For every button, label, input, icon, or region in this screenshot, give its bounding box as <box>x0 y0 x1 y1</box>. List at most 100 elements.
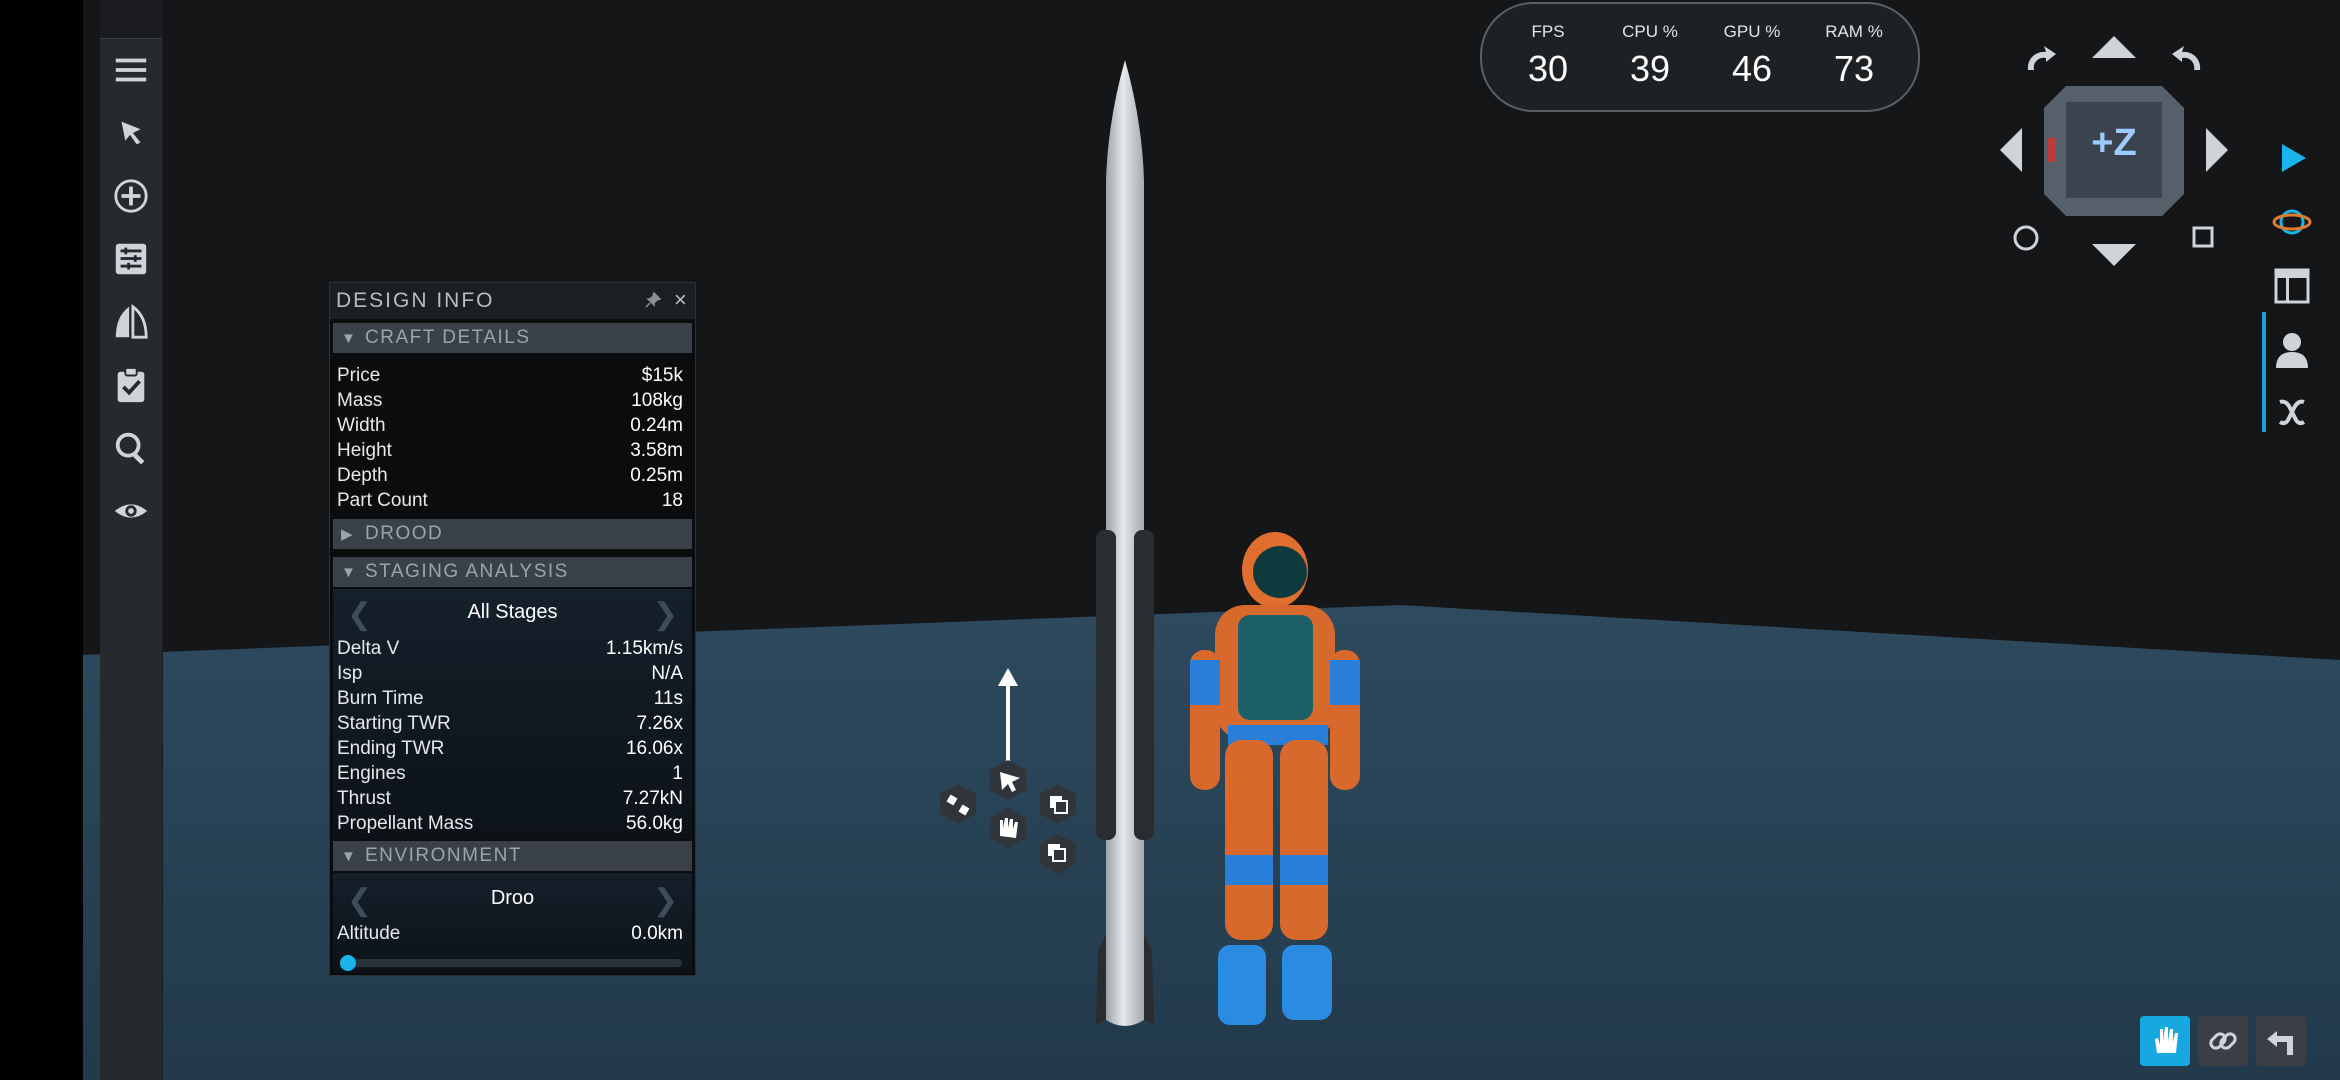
add-part-icon[interactable] <box>111 176 151 216</box>
fps-stat: FPS 30 <box>1498 22 1598 90</box>
row-label: Delta V <box>337 638 400 659</box>
row-value: 0.25m <box>630 465 683 486</box>
section-label: ENVIRONMENT <box>365 845 522 866</box>
select-cursor-icon[interactable] <box>111 113 151 153</box>
screen-edge <box>0 0 83 1080</box>
stat-label: CPU % <box>1622 22 1678 41</box>
next-body-icon[interactable]: ❯ <box>653 883 678 918</box>
next-stage-icon[interactable]: ❯ <box>653 597 678 632</box>
row-value: N/A <box>651 663 683 684</box>
panel-header: DESIGN INFO × <box>330 283 695 319</box>
staging-row: Thrust 7.27kN <box>337 788 683 813</box>
row-value: $15k <box>641 365 683 386</box>
body-selector: ❮ Droo ❯ <box>333 877 692 919</box>
gpu-stat: GPU % 46 <box>1702 22 1802 90</box>
circle-icon[interactable] <box>2013 225 2039 251</box>
properties-icon[interactable] <box>111 239 151 279</box>
row-label: Propellant Mass <box>337 813 474 834</box>
performance-overlay: FPS 30 CPU % 39 GPU % 46 RAM % 73 <box>1480 2 1920 112</box>
right-toolbar <box>2262 122 2322 442</box>
close-button[interactable]: × <box>674 287 687 313</box>
menu-icon[interactable] <box>111 50 151 90</box>
environment-row: Altitude 0.0km <box>337 923 683 948</box>
undo-icon[interactable] <box>2256 1016 2306 1066</box>
arrow-down-icon[interactable] <box>2092 244 2136 266</box>
collapse-icon: ▼ <box>341 329 356 347</box>
row-label: Depth <box>337 465 388 486</box>
link-icon[interactable] <box>2198 1016 2248 1066</box>
detail-row: Depth 0.25m <box>337 465 683 490</box>
row-value: 7.27kN <box>622 788 683 809</box>
stat-label: RAM % <box>1825 22 1883 41</box>
staging-row: Ending TWR 16.06x <box>337 738 683 763</box>
orbit-view-icon[interactable] <box>2270 200 2314 244</box>
stage-selector-value: All Stages <box>467 601 558 623</box>
rotate-right-icon[interactable] <box>2172 46 2201 70</box>
play-icon[interactable] <box>2270 136 2314 180</box>
hand-icon[interactable] <box>2140 1016 2190 1066</box>
altitude-slider[interactable] <box>340 955 682 971</box>
row-label: Thrust <box>337 788 391 809</box>
row-label: Altitude <box>337 923 401 944</box>
rotate-left-icon[interactable] <box>2027 46 2056 70</box>
row-value: 16.06x <box>625 738 683 759</box>
arrow-left-icon[interactable] <box>2000 128 2022 172</box>
stage-selector: ❮ All Stages ❯ <box>333 591 692 633</box>
collapse-icon: ▼ <box>341 847 356 865</box>
row-label: Price <box>337 365 381 386</box>
row-value: 108kg <box>631 390 683 411</box>
manipulation-gizmo <box>930 668 1090 888</box>
cpu-stat: CPU % 39 <box>1600 22 1700 90</box>
section-label: STAGING ANALYSIS <box>365 561 569 582</box>
row-label: Ending TWR <box>337 738 445 759</box>
staging-row: Isp N/A <box>337 663 683 688</box>
row-label: Height <box>337 440 392 461</box>
search-icon[interactable] <box>111 428 151 468</box>
design-info-panel: DESIGN INFO × ▼ CRAFT DETAILS Price $15k … <box>329 282 696 976</box>
left-toolbar <box>100 0 163 1080</box>
checklist-icon[interactable] <box>111 365 151 405</box>
row-label: Part Count <box>337 490 428 511</box>
view-axis-label: +Z <box>2091 122 2137 164</box>
arrow-up-icon[interactable] <box>2092 36 2136 58</box>
selection-indicator <box>2262 312 2266 432</box>
stat-value: 73 <box>1833 48 1875 89</box>
section-drood[interactable]: ▶ DROOD <box>333 519 692 549</box>
camera-nav-control: +Z <box>1994 30 2234 270</box>
stat-value: 46 <box>1731 48 1773 89</box>
symmetry-icon[interactable] <box>111 302 151 342</box>
section-environment[interactable]: ▼ ENVIRONMENT <box>333 841 692 871</box>
staging-row: Propellant Mass 56.0kg <box>337 813 683 838</box>
row-value: 1.15km/s <box>605 638 683 659</box>
detail-row: Mass 108kg <box>337 390 683 415</box>
section-label: DROOD <box>365 523 444 544</box>
row-value: 56.0kg <box>625 813 683 834</box>
square-icon[interactable] <box>2192 226 2214 248</box>
detail-row: Price $15k <box>337 365 683 390</box>
staging-row: Burn Time 11s <box>337 688 683 713</box>
connect-parts-icon[interactable] <box>940 784 976 824</box>
section-label: CRAFT DETAILS <box>365 327 531 348</box>
staging-row: Delta V 1.15km/s <box>337 638 683 663</box>
row-label: Mass <box>337 390 383 411</box>
staging-row: Starting TWR 7.26x <box>337 713 683 738</box>
layout-view-icon[interactable] <box>2270 264 2314 308</box>
body-selector-value: Droo <box>490 887 535 909</box>
arrow-right-icon[interactable] <box>2206 128 2228 172</box>
detail-row: Width 0.24m <box>337 415 683 440</box>
row-value: 11s <box>653 688 683 709</box>
expand-icon: ▶ <box>341 526 353 543</box>
eye-icon[interactable] <box>111 491 151 531</box>
pin-icon[interactable] <box>644 291 662 309</box>
row-label: Starting TWR <box>337 713 451 734</box>
staging-row: Engines 1 <box>337 763 683 788</box>
altitude-slider-handle[interactable] <box>340 955 356 971</box>
section-staging-analysis[interactable]: ▼ STAGING ANALYSIS <box>333 557 692 587</box>
row-value: 18 <box>661 490 683 511</box>
row-label: Burn Time <box>337 688 424 709</box>
move-up-arrow-icon[interactable] <box>998 668 1018 764</box>
variable-x-icon[interactable] <box>2270 390 2314 434</box>
astronaut-icon[interactable] <box>2270 328 2314 372</box>
row-value: 0.24m <box>630 415 683 436</box>
section-craft-details[interactable]: ▼ CRAFT DETAILS <box>333 323 692 353</box>
